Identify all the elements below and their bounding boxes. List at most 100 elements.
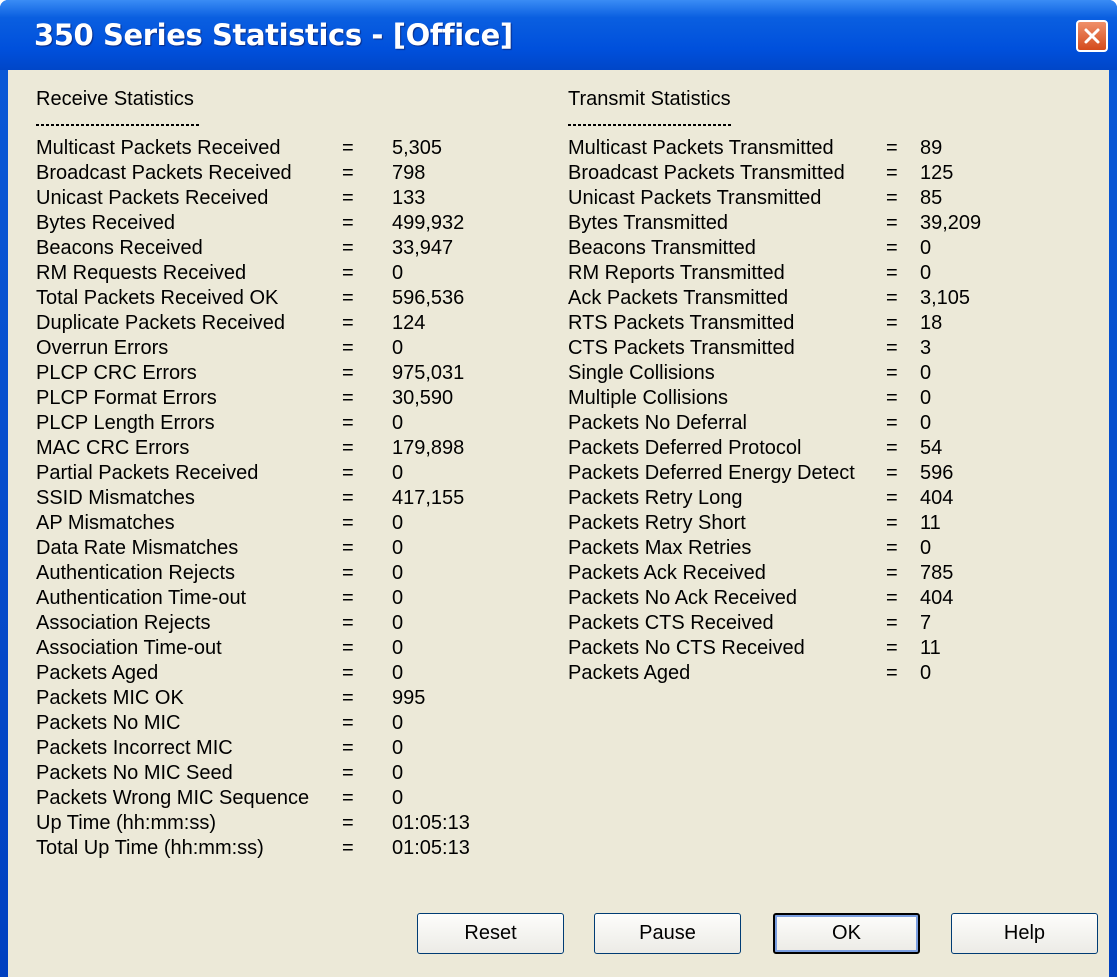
- stat-equals: =: [886, 487, 898, 509]
- stat-equals: =: [342, 812, 354, 834]
- dialog-client-area: Receive Statistics Multicast Packets Rec…: [8, 70, 1109, 977]
- stat-row: Unicast Packets Transmitted = 85: [568, 186, 1040, 211]
- stat-label: PLCP Format Errors: [36, 387, 217, 409]
- stat-label: Overrun Errors: [36, 337, 169, 359]
- stat-value: 3,105: [920, 287, 971, 309]
- stat-label: Packets Deferred Protocol: [568, 437, 802, 459]
- stat-row: Total Up Time (hh:mm:ss) = 01:05:13: [36, 836, 512, 861]
- help-button[interactable]: Help: [951, 913, 1098, 954]
- stat-value: 85: [920, 187, 943, 209]
- stat-row: Broadcast Packets Received = 798: [36, 161, 512, 186]
- stat-row: PLCP CRC Errors = 975,031: [36, 361, 512, 386]
- stat-equals: =: [342, 637, 354, 659]
- stat-row: Single Collisions = 0: [568, 361, 1040, 386]
- stat-label: Up Time (hh:mm:ss): [36, 812, 217, 834]
- stat-value: 0: [920, 537, 932, 559]
- pause-button[interactable]: Pause: [594, 913, 741, 954]
- stat-value: 0: [392, 712, 404, 734]
- stat-equals: =: [342, 512, 354, 534]
- stat-value: 596,536: [392, 287, 465, 309]
- stat-equals: =: [342, 712, 354, 734]
- stat-label: PLCP CRC Errors: [36, 362, 197, 384]
- stat-row: Packets Deferred Energy Detect = 596: [568, 461, 1040, 486]
- stat-label: Association Rejects: [36, 612, 211, 634]
- stat-label: Packets Wrong MIC Sequence: [36, 787, 310, 809]
- stat-equals: =: [342, 837, 354, 859]
- stat-label: Broadcast Packets Received: [36, 162, 292, 184]
- stat-row: Broadcast Packets Transmitted = 125: [568, 161, 1040, 186]
- stat-label: Ack Packets Transmitted: [568, 287, 789, 309]
- stat-row: SSID Mismatches = 417,155: [36, 486, 512, 511]
- stat-value: 0: [920, 662, 932, 684]
- stat-equals: =: [342, 437, 354, 459]
- stat-equals: =: [886, 537, 898, 559]
- stat-row: Association Time-out = 0: [36, 636, 512, 661]
- stat-value: 11: [920, 637, 941, 659]
- close-button[interactable]: [1076, 20, 1108, 52]
- stat-value: 0: [392, 737, 404, 759]
- stat-equals: =: [342, 612, 354, 634]
- stat-value: 7: [920, 612, 932, 634]
- stat-value: 179,898: [392, 437, 465, 459]
- stat-label: Authentication Time-out: [36, 587, 247, 609]
- stat-label: SSID Mismatches: [36, 487, 195, 509]
- stat-equals: =: [886, 512, 898, 534]
- stat-equals: =: [342, 312, 354, 334]
- stat-equals: =: [886, 137, 898, 159]
- stat-value: 798: [392, 162, 426, 184]
- stat-equals: =: [886, 462, 898, 484]
- stat-value: 0: [920, 412, 932, 434]
- stat-row: Multicast Packets Transmitted = 89: [568, 136, 1040, 161]
- stat-equals: =: [886, 587, 898, 609]
- stat-label: Unicast Packets Received: [36, 187, 269, 209]
- stat-row: Packets MIC OK = 995: [36, 686, 512, 711]
- stat-value: 01:05:13: [392, 837, 470, 859]
- stat-row: Beacons Received = 33,947: [36, 236, 512, 261]
- stat-value: 133: [392, 187, 426, 209]
- stat-label: Packets Aged: [36, 662, 159, 684]
- stat-label: Broadcast Packets Transmitted: [568, 162, 845, 184]
- stat-label: Authentication Rejects: [36, 562, 236, 584]
- stat-label: Packets Retry Short: [568, 512, 746, 534]
- stat-label: Packets Max Retries: [568, 537, 752, 559]
- stat-row: PLCP Format Errors = 30,590: [36, 386, 512, 411]
- stat-row: Packets Deferred Protocol = 54: [568, 436, 1040, 461]
- stat-label: Packets CTS Received: [568, 612, 774, 634]
- stat-row: Packets Ack Received = 785: [568, 561, 1040, 586]
- stat-equals: =: [342, 337, 354, 359]
- stat-row: Packets Aged = 0: [36, 661, 512, 686]
- stat-value: 01:05:13: [392, 812, 470, 834]
- stat-row: Packets Aged = 0: [568, 661, 1040, 686]
- stat-row: Packets Max Retries = 0: [568, 536, 1040, 561]
- reset-button[interactable]: Reset: [417, 913, 564, 954]
- stat-value: 125: [920, 162, 954, 184]
- stat-value: 0: [392, 412, 404, 434]
- stat-row: Multiple Collisions = 0: [568, 386, 1040, 411]
- stat-equals: =: [342, 187, 354, 209]
- stat-label: Multicast Packets Transmitted: [568, 137, 834, 159]
- stat-row: Packets No Ack Received = 404: [568, 586, 1040, 611]
- stat-equals: =: [886, 612, 898, 634]
- ok-button[interactable]: OK: [773, 913, 920, 954]
- stat-label: Packets Incorrect MIC: [36, 737, 233, 759]
- stat-equals: =: [342, 562, 354, 584]
- stat-equals: =: [886, 162, 898, 184]
- stat-row: Authentication Rejects = 0: [36, 561, 512, 586]
- stat-value: 0: [392, 462, 404, 484]
- stat-equals: =: [342, 162, 354, 184]
- stat-value: 39,209: [920, 212, 982, 234]
- stat-row: Multicast Packets Received = 5,305: [36, 136, 512, 161]
- stat-row: Packets No CTS Received = 11: [568, 636, 1040, 661]
- stat-row: Association Rejects = 0: [36, 611, 512, 636]
- stat-label: Duplicate Packets Received: [36, 312, 286, 334]
- stat-label: Packets MIC OK: [36, 687, 184, 709]
- stat-row: AP Mismatches = 0: [36, 511, 512, 536]
- stat-label: Packets Retry Long: [568, 487, 743, 509]
- stat-label: Packets No MIC Seed: [36, 762, 233, 784]
- stat-equals: =: [886, 362, 898, 384]
- title-bar[interactable]: 350 Series Statistics - [Office]: [0, 0, 1117, 70]
- stat-row: Bytes Transmitted = 39,209: [568, 211, 1040, 236]
- stat-value: 18: [920, 312, 943, 334]
- receive-statistics-header: Receive Statistics: [36, 88, 194, 110]
- stat-equals: =: [342, 412, 354, 434]
